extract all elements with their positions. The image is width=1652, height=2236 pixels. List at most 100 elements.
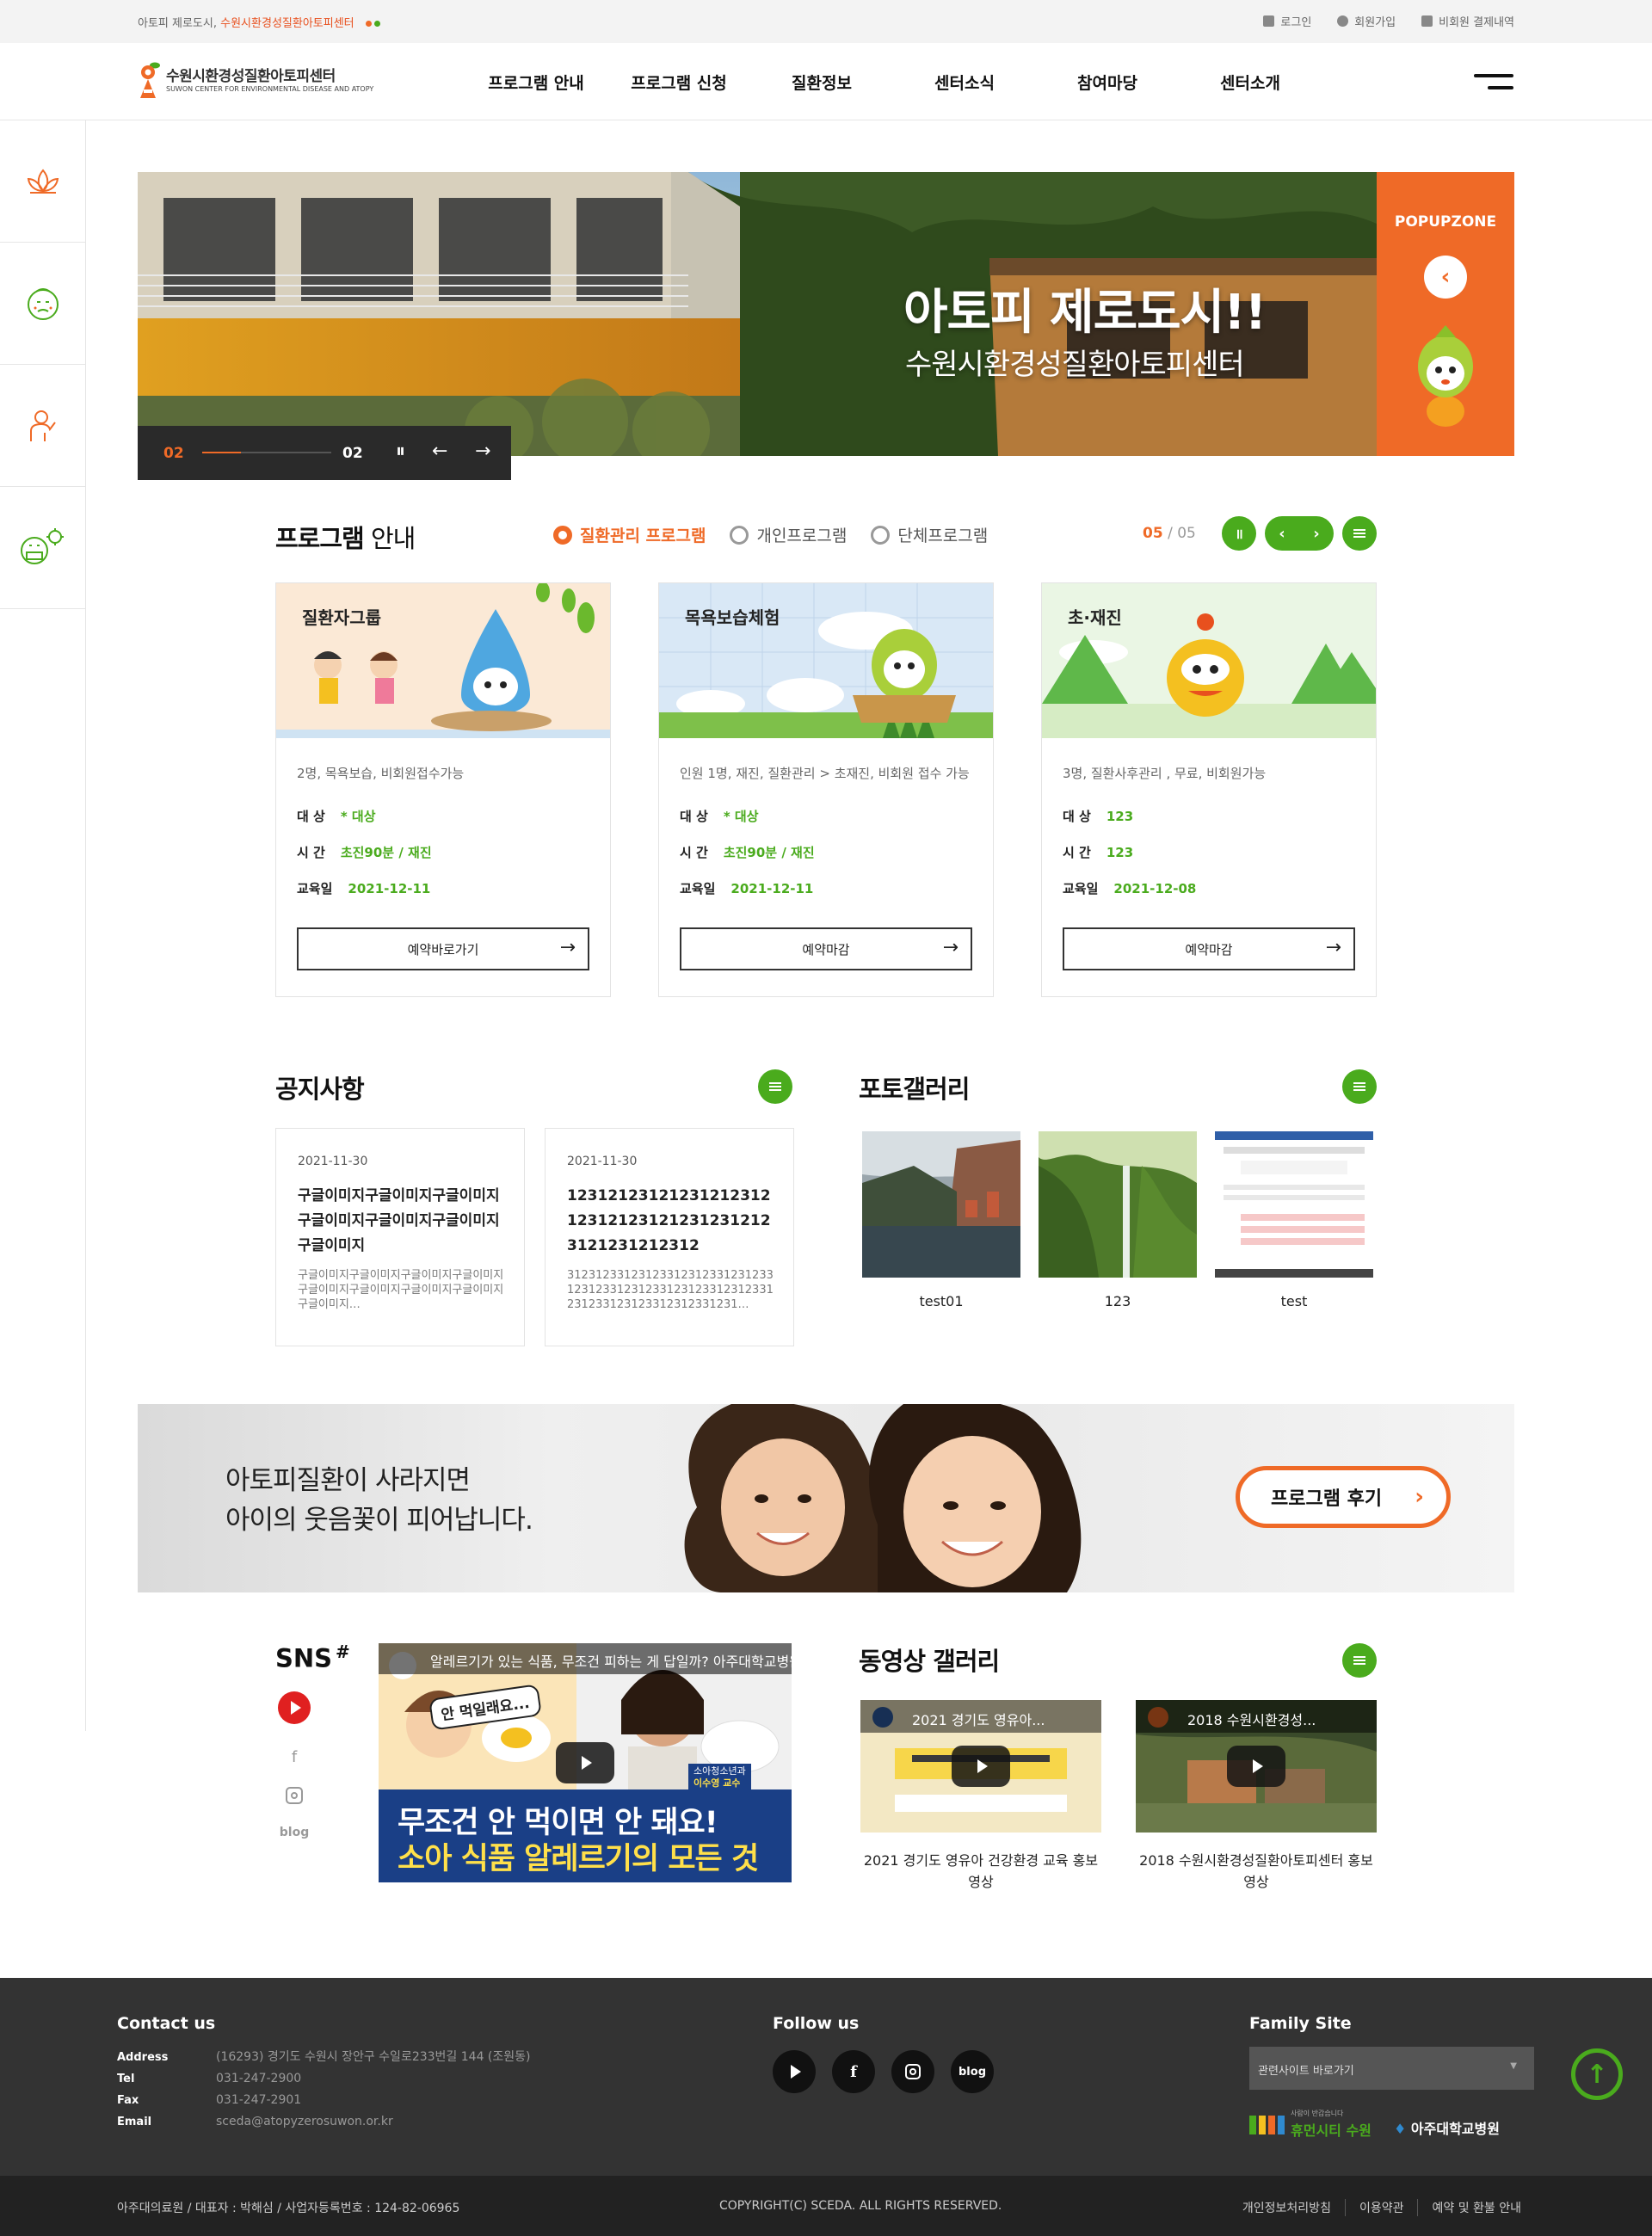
waterfall-photo [1039,1131,1197,1278]
gallery-caption: test01 [919,1293,964,1309]
pause-icon[interactable]: ⏸ [396,440,405,463]
video-caption: 2021 경기도 영유아 건강환경 교육 홍보 영상 [863,1852,1099,1890]
family-site-select[interactable]: 관련사이트 바로가기 ▼ [1249,2047,1534,2090]
radio-icon [871,525,891,545]
program-target: 대 상 * 대상 [297,809,376,824]
privacy-policy-link[interactable]: 개인정보처리방침 [1229,2199,1345,2216]
signup-link[interactable]: 회원가입 [1337,13,1396,29]
gallery-item[interactable]: 123 [1039,1131,1197,1309]
slogan-prefix: 아토피 제로도시, [138,17,217,30]
quick-item-1[interactable] [0,120,85,243]
arrow-up-icon: ↑ [1586,2059,1608,2090]
scroll-top-button[interactable]: ↑ [1571,2048,1623,2100]
notice-heading: 구글이미지구글이미지구글이미지구글이미지구글이미지구글이미지구글이미지 [298,1187,500,1254]
program-tabs: 질환관리 프로그램 개인프로그램 단체프로그램 [553,523,988,546]
ajou-hospital-logo[interactable]: ♦ 아주대학교병원 [1394,2117,1500,2138]
program-card-title: 목욕보습체험 [685,607,780,628]
popup-prev-button[interactable]: ‹ [1424,256,1467,299]
arrow-right-icon: → [559,937,576,958]
radio-icon [730,525,749,545]
notice-item[interactable]: 2021-11-30 구글이미지구글이미지구글이미지구글이미지구글이미지구글이미… [275,1128,525,1346]
nav-center-news[interactable]: 센터소식 [893,71,1036,94]
utility-links: 로그인 회원가입 비회원 결제내역 [1263,13,1514,29]
guest-payment-link[interactable]: 비회원 결제내역 [1421,13,1514,29]
doctor-badge: 소아청소년과 이수영 교수 [688,1764,751,1791]
nav-disease-info[interactable]: 질환정보 [750,71,893,94]
lotus-icon [27,168,59,194]
notice-more-button[interactable] [758,1069,792,1104]
facebook-icon[interactable]: f [832,2050,875,2093]
gallery-title: 포토갤러리 [859,1075,970,1104]
sns-video[interactable]: 알레르기가 있는 식품, 무조건 피하는 게 답일까? 아주대학교병원TV 안 … [379,1643,792,1882]
video-thumb-title: 2021 경기도 영유아... [860,1700,1101,1733]
suwon-logo[interactable]: 사람이 반갑습니다 휴먼시티 수원 [1249,2107,1378,2139]
footer-links: 개인정보처리방침 이용약관 예약 및 환불 안내 [1229,2199,1535,2216]
smiling-kids-photo [684,1404,1082,1592]
slogan: 아토피 제로도시, 수원시환경성질환아토피센터 [138,14,380,30]
youtube-icon[interactable] [278,1691,311,1724]
sns-title: SNS # [275,1642,350,1673]
arrow-right-icon[interactable]: → [475,440,490,463]
facebook-icon[interactable]: f [278,1748,311,1766]
chevron-right-icon[interactable]: › [1313,525,1319,543]
program-card: 질환자그룹 2명, 목욕보습, 비회원접수가능 대 상 * 대상 시 간 초진90분… [275,582,611,997]
play-button-icon[interactable] [952,1746,1010,1787]
instagram-icon[interactable] [891,2050,934,2093]
video-gallery-title: 동영상 갤러리 [859,1647,1000,1676]
tab-group-program[interactable]: 단체프로그램 [871,523,988,546]
reserve-button[interactable]: 예약바로가기 → [297,927,589,970]
program-review-button[interactable]: 프로그램 후기 › [1236,1466,1451,1528]
tab-individual-program[interactable]: 개인프로그램 [730,523,847,546]
youtube-icon[interactable] [773,2050,816,2093]
nav-participation[interactable]: 참여마당 [1036,71,1179,94]
sns-video-title: 알레르기가 있는 식품, 무조건 피하는 게 답일까? 아주대학교병원TV [379,1643,792,1674]
gallery-item[interactable]: test [1215,1131,1373,1309]
copyright-bar: 아주대의료원 / 대표자 : 박해심 / 사업자등록번호 : 124-82-06… [0,2176,1652,2236]
tab-disease-program[interactable]: 질환관리 프로그램 [553,523,706,546]
quick-item-4[interactable] [0,487,85,609]
program-card-title: 질환자그룹 [302,607,381,628]
nav-center-intro[interactable]: 센터소개 [1179,71,1322,94]
gallery-thumb [862,1131,1020,1278]
video-item[interactable]: 2021 경기도 영유아... 2021 경기도 영유아 건강환경 교육 홍보 … [860,1700,1101,1893]
nav-program-apply[interactable]: 프로그램 신청 [607,71,750,94]
program-time: 시 간 123 [1063,845,1134,860]
radio-checked-icon [553,525,572,545]
arrow-left-icon[interactable]: ← [432,440,447,463]
video-caption: 2018 수원시환경성질환아토피센터 홍보영상 [1139,1852,1373,1890]
program-pause-button[interactable]: ॥ [1222,516,1256,551]
slide-controls: 02 02 ⏸ ← → [138,426,511,480]
login-link[interactable]: 로그인 [1263,13,1311,29]
gallery-item[interactable]: test01 [862,1131,1020,1309]
play-button-icon[interactable] [1227,1746,1285,1787]
site-logo[interactable]: 수원시환경성질환아토피센터 SUWON CENTER FOR ENVIRONME… [138,55,373,107]
terms-link[interactable]: 이용약관 [1344,2199,1418,2216]
nav-program-info[interactable]: 프로그램 안내 [465,71,607,94]
video-gallery-more-button[interactable] [1342,1643,1377,1678]
gallery-thumb [1215,1131,1373,1278]
gallery-thumb [1039,1131,1197,1278]
hamburger-menu-icon[interactable] [1474,74,1513,93]
gallery-more-button[interactable] [1342,1069,1377,1104]
notice-item[interactable]: 2021-11-30 12312123121231212312123121231… [545,1128,794,1346]
logo-mark-icon [140,62,160,98]
blog-icon[interactable]: blog [278,1826,311,1839]
quick-item-3[interactable] [0,365,85,487]
footer: Contact us Address (16293) 경기도 수원시 장안구 수일… [0,1978,1652,2176]
quick-menu [0,120,86,1731]
program-card-desc: 3명, 질환사후관리 , 무료, 비회원가능 [1063,766,1267,781]
slogan-highlight: 수원시환경성질환아토피센터 [220,17,354,30]
reserve-button[interactable]: 예약마감 → [1063,927,1355,970]
instagram-icon[interactable] [278,1787,311,1808]
refund-policy-link[interactable]: 예약 및 환불 안내 [1417,2199,1535,2216]
program-more-button[interactable] [1342,516,1377,551]
main-visual: 아토피 제로도시!! 수원시환경성질환아토피센터 POPUPZONE ‹ [138,172,1514,456]
chevron-left-icon[interactable]: ‹ [1279,525,1285,543]
reserve-button[interactable]: 예약마감 → [680,927,972,970]
blog-icon[interactable]: blog [951,2050,994,2093]
quick-item-2[interactable] [0,243,85,365]
video-item[interactable]: 2018 수원시환경성... 2018 수원시환경성질환아토피센터 홍보영상 [1136,1700,1377,1893]
notice-body: 구글이미지구글이미지구글이미지구글이미지구글이미지구글이미지구글이미지구글이미지… [298,1269,504,1311]
play-button-icon[interactable] [556,1742,614,1783]
logo-title: 수원시환경성질환아토피센터 [166,68,336,85]
